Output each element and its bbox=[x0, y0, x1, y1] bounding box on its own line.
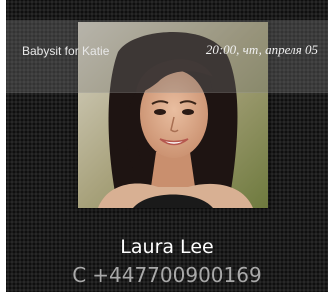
reminder-time: 20:00, чт, апреля 05 bbox=[205, 42, 318, 57]
reminder-bar[interactable]: Babysit for Katie 20:00, чт, апреля 05 bbox=[6, 20, 328, 93]
incoming-call-screen: Babysit for Katie 20:00, чт, апреля 05 L… bbox=[6, 0, 328, 292]
phone-number: +447700900169 bbox=[92, 263, 262, 287]
reminder-title: Babysit for Katie bbox=[22, 44, 110, 58]
caller-number: C +447700900169 bbox=[6, 263, 328, 287]
caller-name: Laura Lee bbox=[120, 236, 214, 258]
number-type-label: C bbox=[72, 263, 87, 287]
